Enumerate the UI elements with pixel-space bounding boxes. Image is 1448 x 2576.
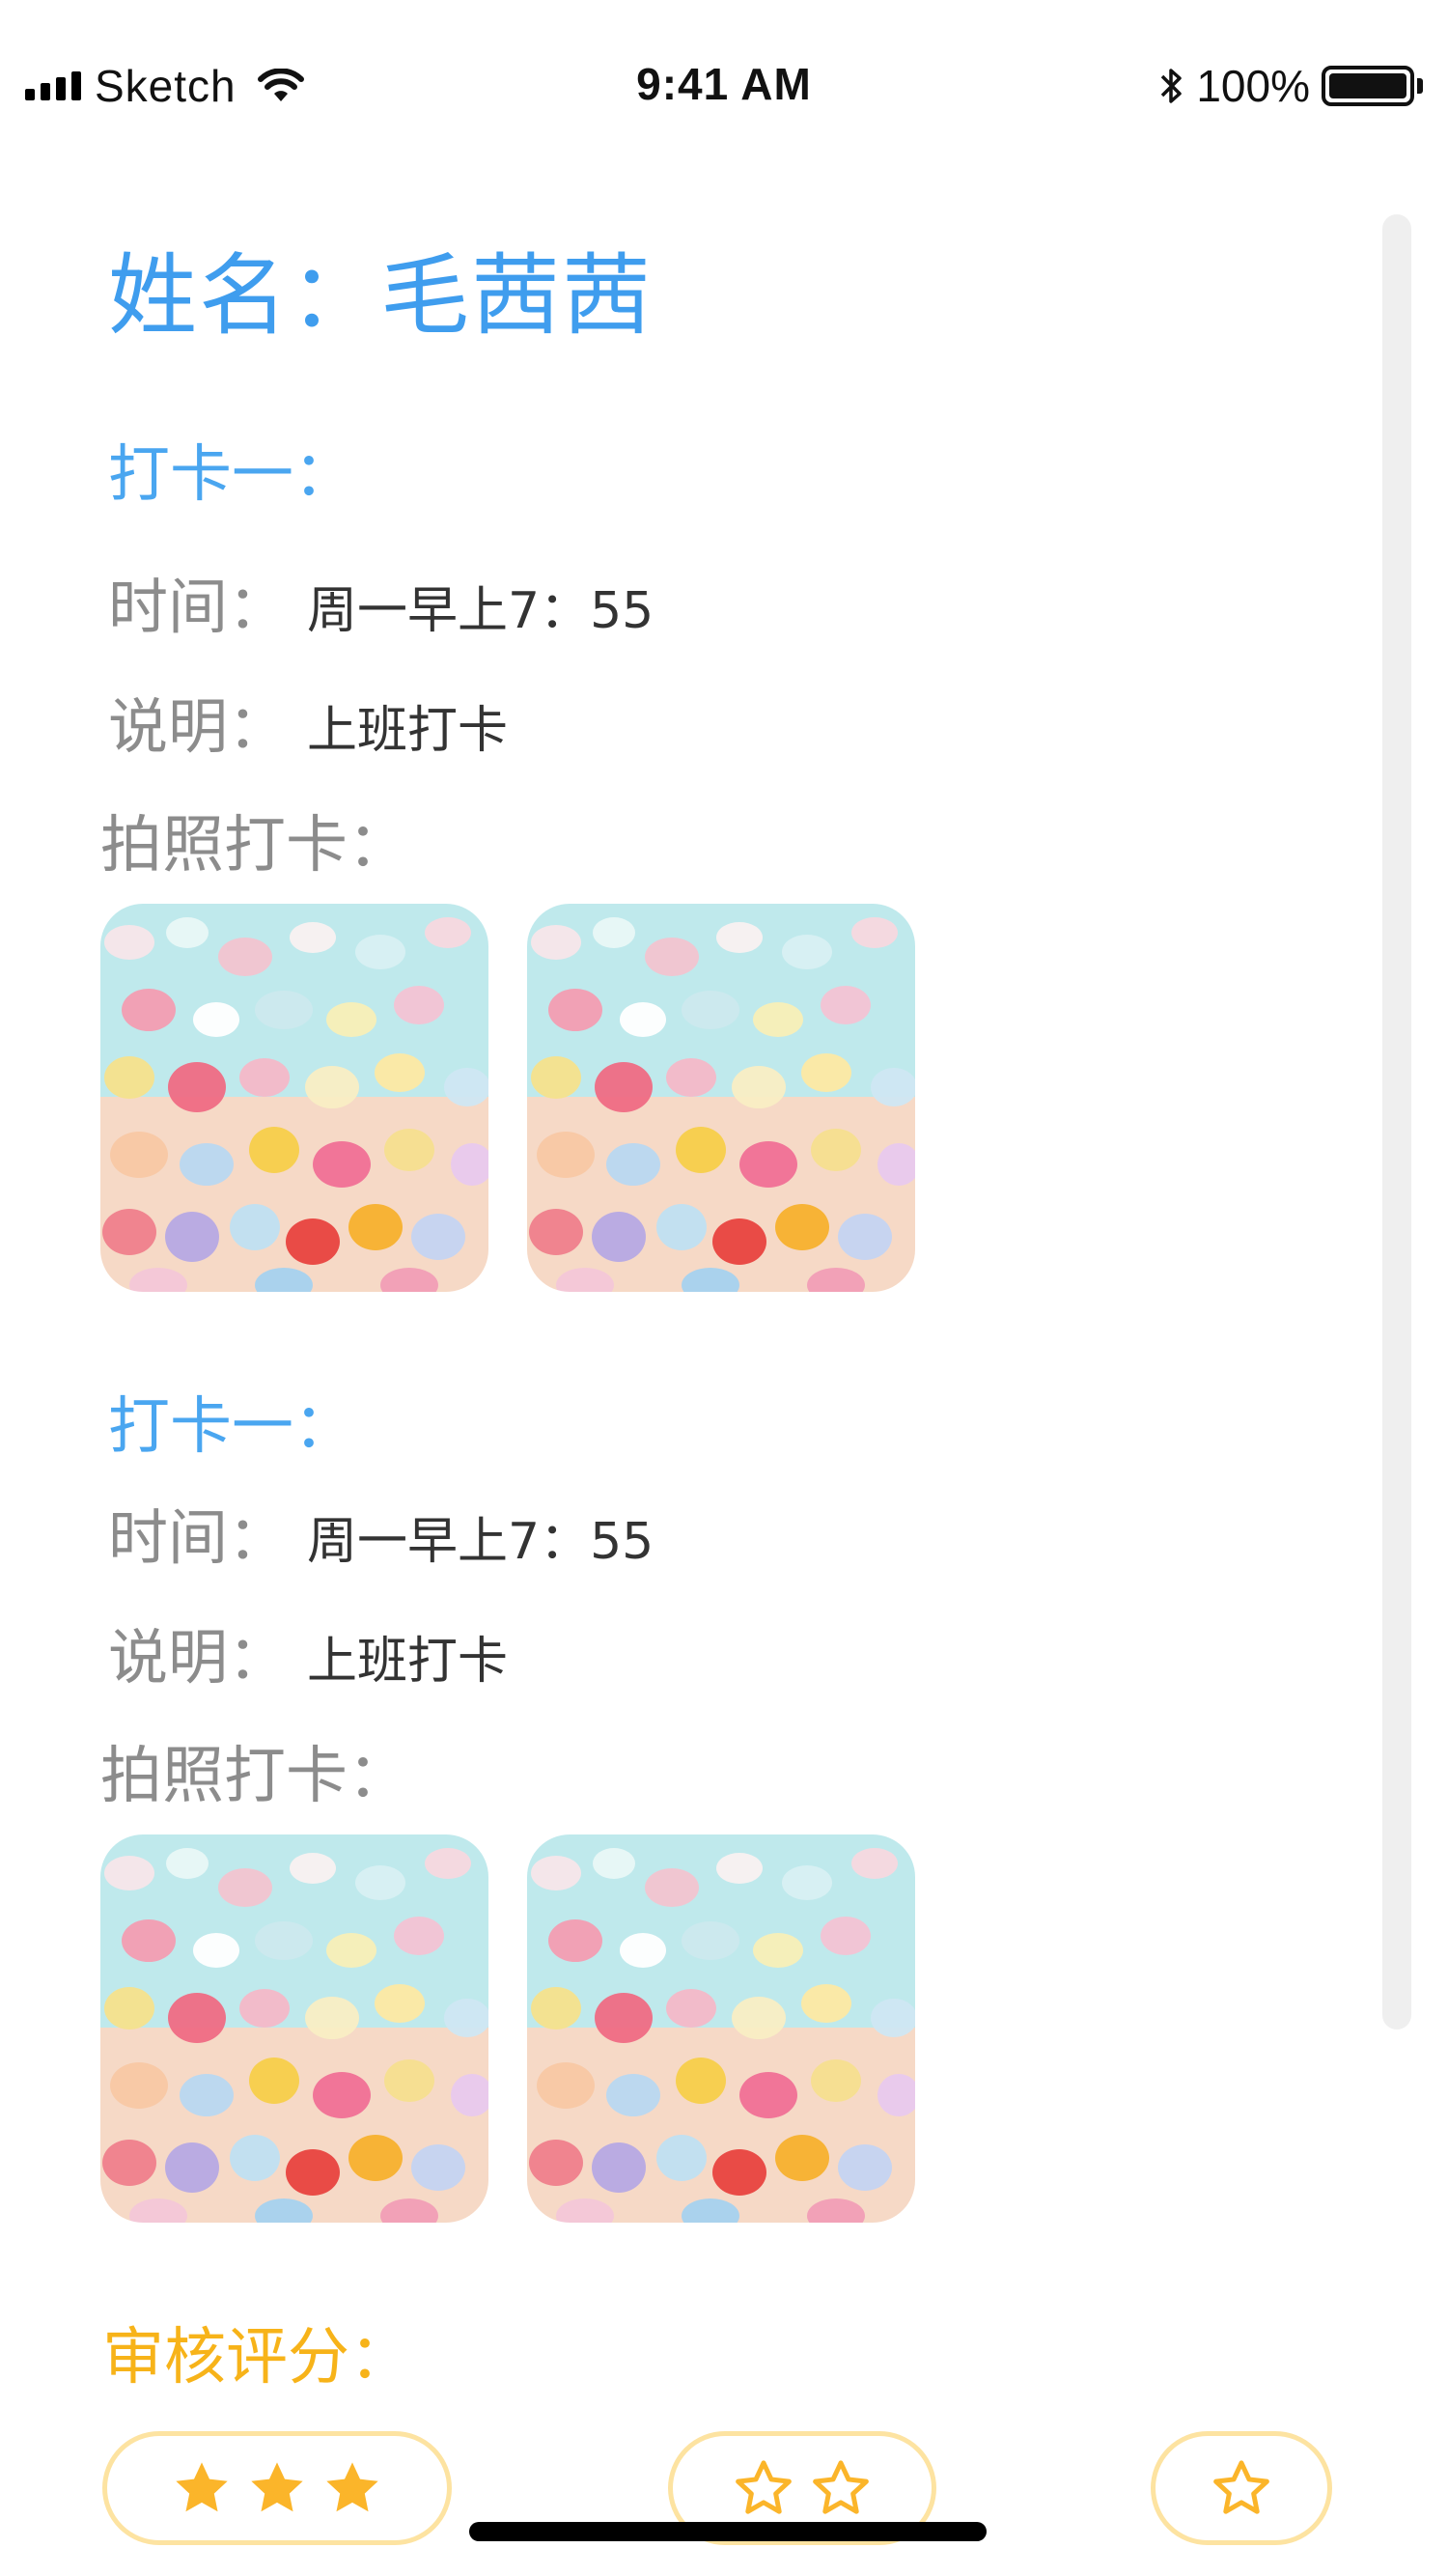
time-value: 周一早上7：55	[307, 1513, 654, 1571]
rating-1-star-button[interactable]	[1151, 2431, 1332, 2545]
star-outline-icon	[736, 2460, 792, 2514]
photo-list	[100, 1834, 915, 2223]
checkin-photo[interactable]	[527, 904, 915, 1292]
checkin-photo[interactable]	[100, 904, 488, 1292]
review-score-label: 审核评分：	[102, 2322, 411, 2394]
status-right: 100%	[1159, 60, 1423, 112]
checkin-time-row: 时间： 周一早上7：55	[108, 1489, 654, 1576]
rating-3-stars-button[interactable]	[102, 2431, 452, 2545]
bluetooth-icon	[1161, 69, 1183, 103]
page-title: 姓名：毛茜茜	[108, 244, 654, 348]
time-label: 时间：	[108, 572, 289, 642]
checkin-title: 打卡一：	[108, 1391, 355, 1463]
scrollbar[interactable]	[1382, 214, 1411, 2030]
battery-percent: 100%	[1196, 61, 1310, 111]
home-indicator[interactable]	[469, 2522, 987, 2541]
battery-icon	[1322, 66, 1414, 106]
desc-label: 说明：	[108, 691, 289, 762]
checkin-desc-row: 说明： 上班打卡	[108, 678, 508, 765]
time-label: 时间：	[108, 1502, 289, 1573]
star-icon	[326, 2462, 378, 2512]
checkin-desc-row: 说明： 上班打卡	[108, 1609, 508, 1695]
star-outline-icon	[1213, 2460, 1269, 2514]
star-icon	[251, 2462, 303, 2512]
star-icon	[176, 2462, 228, 2512]
photo-list	[100, 904, 915, 1292]
checkin-time-row: 时间： 周一早上7：55	[108, 558, 654, 645]
desc-value: 上班打卡	[307, 1633, 509, 1691]
status-bar: Sketch 9:41 AM 100%	[0, 0, 1448, 170]
desc-label: 说明：	[108, 1622, 289, 1693]
desc-value: 上班打卡	[307, 702, 509, 760]
checkin-title: 打卡一：	[108, 439, 355, 511]
time-value: 周一早上7：55	[307, 582, 654, 640]
checkin-photo[interactable]	[527, 1834, 915, 2223]
photo-checkin-label: 拍照打卡：	[100, 810, 409, 882]
star-outline-icon	[813, 2460, 869, 2514]
battery-nub	[1417, 78, 1423, 94]
checkin-photo[interactable]	[100, 1834, 488, 2223]
photo-checkin-label: 拍照打卡：	[100, 1741, 409, 1812]
